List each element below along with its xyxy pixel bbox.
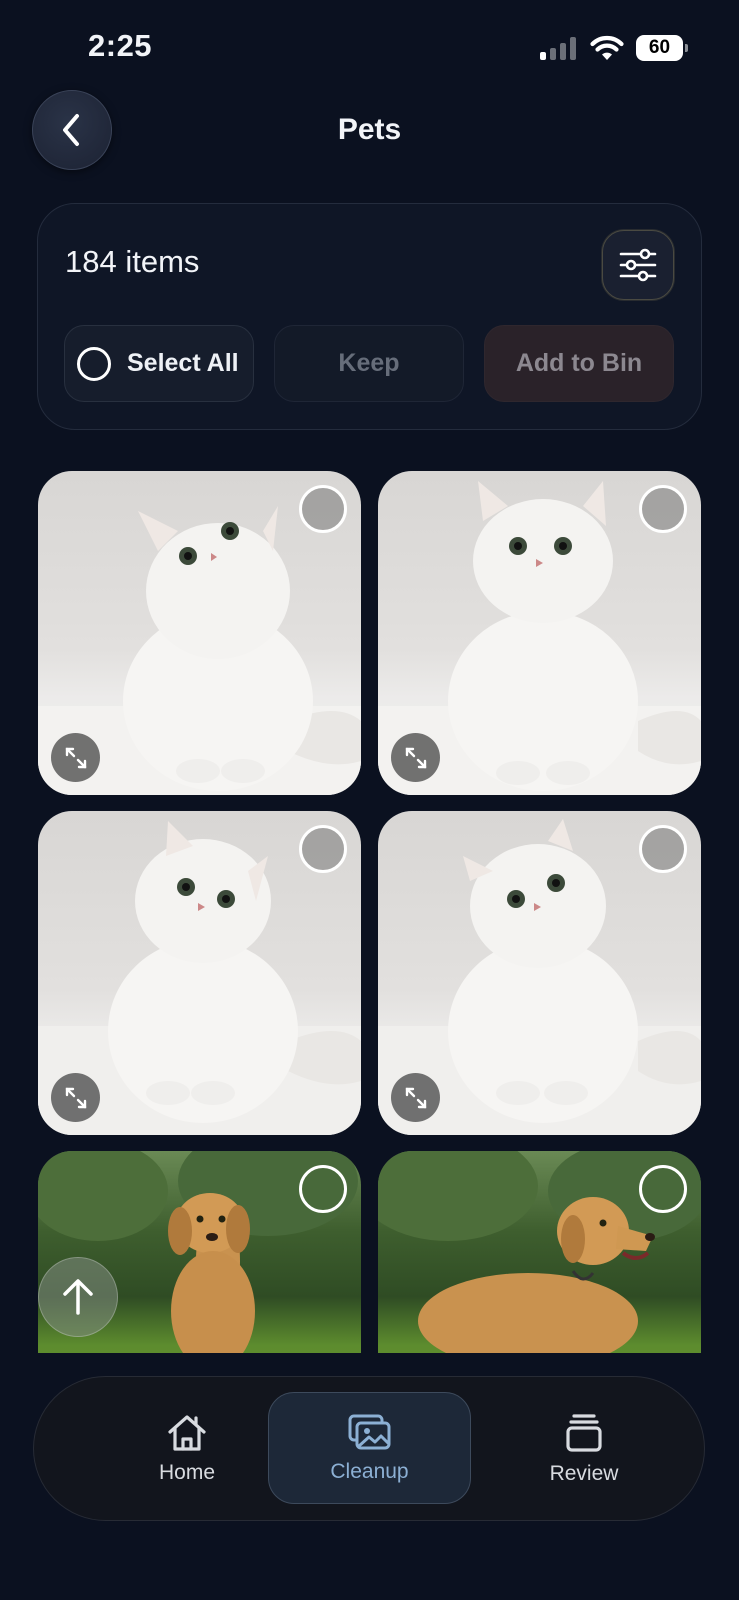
select-all-label: Select All	[127, 349, 239, 377]
cellular-signal-icon	[540, 36, 578, 60]
expand-icon	[405, 1087, 426, 1108]
photo-tile[interactable]	[378, 811, 701, 1135]
photo-tile[interactable]	[378, 1151, 701, 1353]
scroll-to-top-button[interactable]	[38, 1257, 118, 1337]
photo-tile[interactable]	[38, 811, 361, 1135]
tab-review[interactable]: Review	[484, 1389, 684, 1509]
photos-icon	[348, 1414, 390, 1450]
add-to-bin-button[interactable]: Add to Bin	[484, 325, 674, 402]
tab-review-label: Review	[549, 1462, 619, 1485]
tab-cleanup-label: Cleanup	[330, 1460, 409, 1483]
home-icon	[168, 1415, 206, 1451]
arrow-up-icon	[63, 1279, 93, 1315]
tab-home-label: Home	[158, 1461, 216, 1484]
stack-icon	[566, 1414, 602, 1452]
expand-button[interactable]	[391, 733, 440, 782]
photo-select-circle[interactable]	[299, 485, 347, 533]
wifi-icon	[590, 35, 624, 60]
status-time: 2:25	[88, 28, 153, 63]
battery-level: 60	[636, 35, 683, 61]
select-all-button[interactable]: Select All	[64, 325, 254, 402]
photo-select-circle[interactable]	[299, 825, 347, 873]
photo-select-circle[interactable]	[639, 1165, 687, 1213]
keep-button[interactable]: Keep	[274, 325, 464, 402]
expand-button[interactable]	[51, 1073, 100, 1122]
select-all-radio[interactable]	[77, 346, 111, 381]
filter-button[interactable]	[602, 230, 674, 300]
keep-label: Keep	[338, 349, 400, 377]
expand-button[interactable]	[51, 733, 100, 782]
page-title: Pets	[337, 113, 402, 146]
sliders-icon	[619, 248, 657, 282]
tab-cleanup[interactable]: Cleanup	[268, 1392, 471, 1504]
photo-tile[interactable]	[38, 471, 361, 795]
battery-icon: 60	[636, 35, 688, 61]
photo-grid	[38, 471, 701, 1353]
selection-panel: 184 items Select All Keep Add to Bin	[37, 203, 702, 430]
photo-select-circle[interactable]	[639, 825, 687, 873]
items-count: 184 items	[65, 244, 200, 279]
photo-select-circle[interactable]	[299, 1165, 347, 1213]
expand-icon	[405, 747, 426, 768]
add-to-bin-label: Add to Bin	[515, 349, 643, 377]
status-bar: 2:25 60	[0, 0, 739, 90]
tab-home[interactable]: Home	[87, 1389, 287, 1509]
bottom-tab-bar: Home Cleanup Review	[33, 1376, 705, 1521]
photo-select-circle[interactable]	[639, 485, 687, 533]
expand-icon	[65, 1087, 86, 1108]
expand-button[interactable]	[391, 1073, 440, 1122]
expand-icon	[65, 747, 86, 768]
photo-tile[interactable]	[378, 471, 701, 795]
